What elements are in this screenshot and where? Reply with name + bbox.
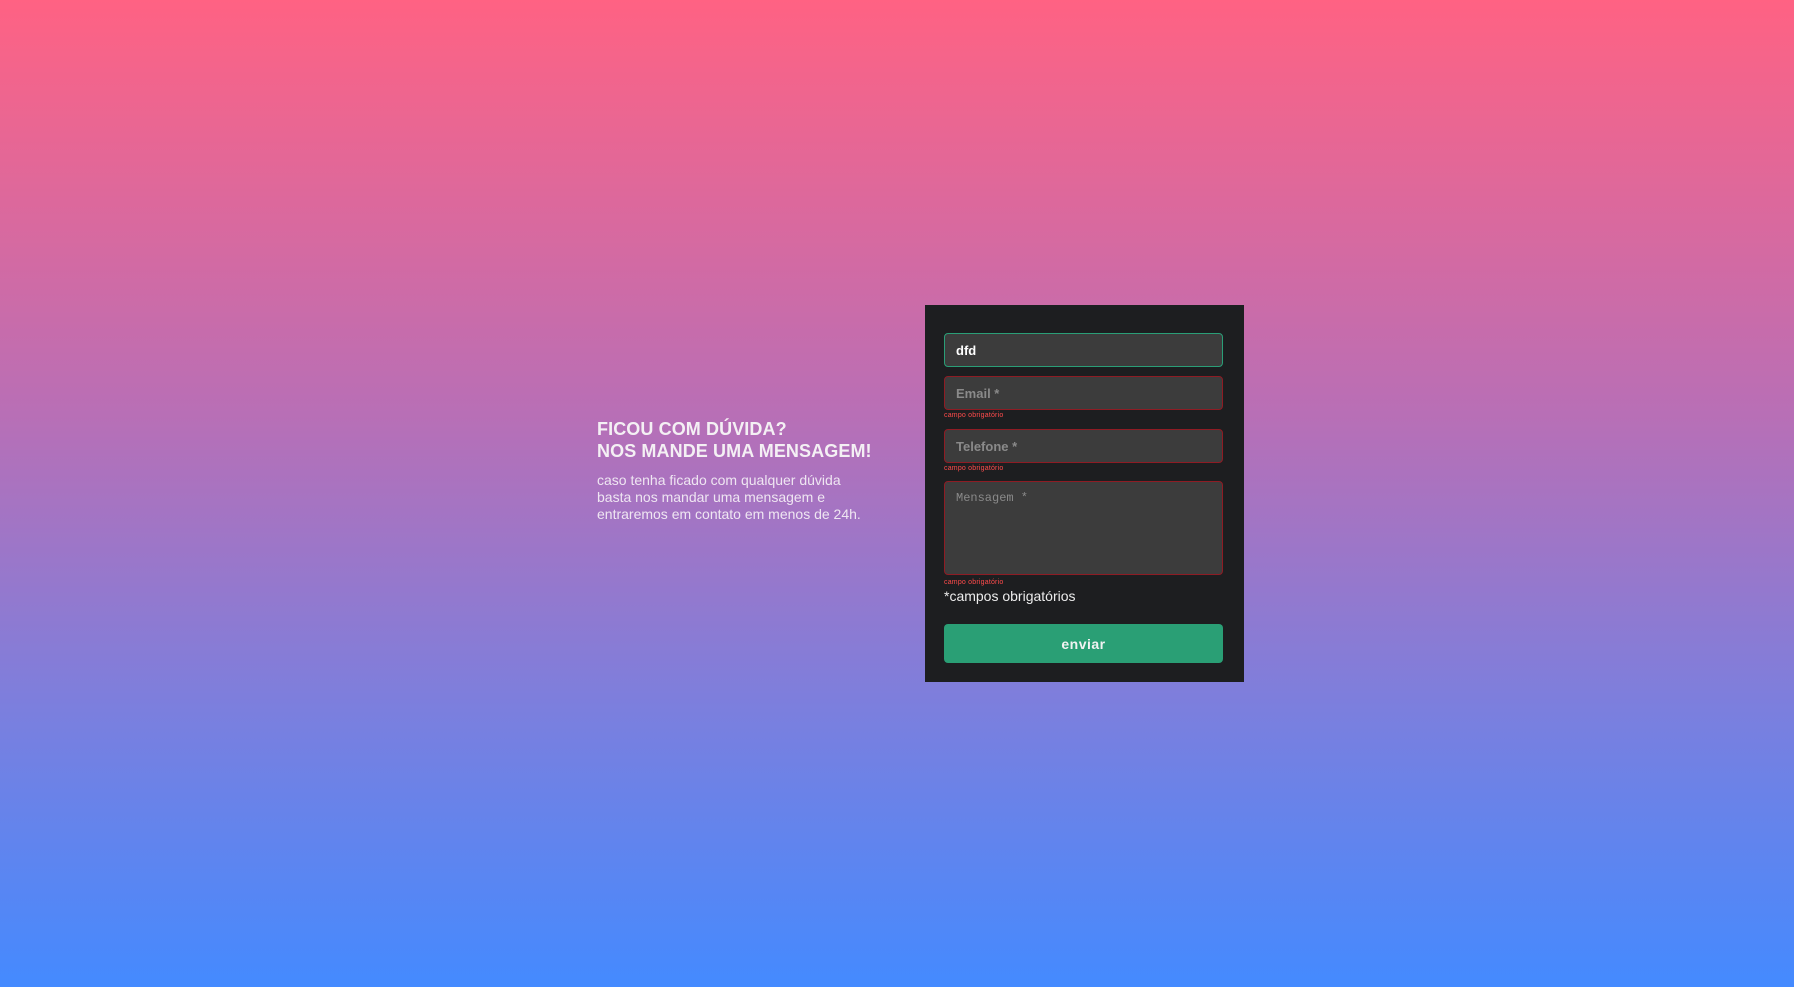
- intro-text: caso tenha ficado com qualquer dúvida ba…: [597, 472, 887, 523]
- intro-text-line3: entraremos em contato em menos de 24h.: [597, 506, 861, 522]
- message-error-message: campo obrigatório: [944, 579, 1004, 586]
- required-fields-note: *campos obrigatórios: [944, 588, 1076, 604]
- phone-field[interactable]: [944, 429, 1223, 463]
- intro-heading: FICOU COM DÚVIDA? NOS MANDE UMA MENSAGEM…: [597, 418, 887, 462]
- name-field[interactable]: [944, 333, 1223, 367]
- contact-form: campo obrigatório campo obrigatório camp…: [925, 305, 1244, 682]
- submit-button[interactable]: enviar: [944, 624, 1223, 663]
- email-field[interactable]: [944, 376, 1223, 410]
- intro-heading-line1: FICOU COM DÚVIDA?: [597, 419, 787, 439]
- intro-text-line1: caso tenha ficado com qualquer dúvida: [597, 472, 841, 488]
- intro-text-line2: basta nos mandar uma mensagem e: [597, 489, 826, 505]
- message-field[interactable]: [944, 481, 1223, 575]
- phone-error-message: campo obrigatório: [944, 465, 1004, 472]
- email-error-message: campo obrigatório: [944, 412, 1004, 419]
- contact-intro: FICOU COM DÚVIDA? NOS MANDE UMA MENSAGEM…: [597, 418, 887, 523]
- intro-heading-line2: NOS MANDE UMA MENSAGEM!: [597, 441, 872, 461]
